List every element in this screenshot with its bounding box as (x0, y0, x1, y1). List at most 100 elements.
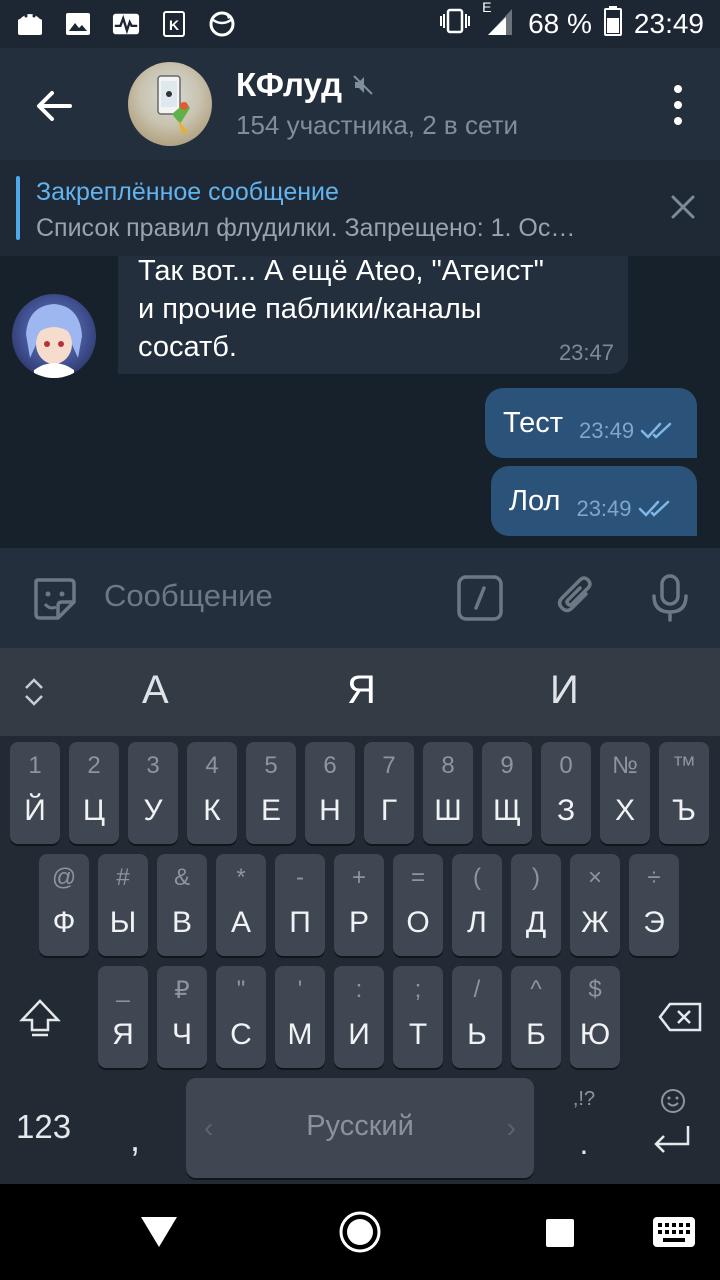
key-label: Б (526, 1018, 546, 1051)
back-nav-icon[interactable] (138, 1214, 180, 1255)
android-icon (16, 10, 44, 38)
key-Ю[interactable]: $ Ю (570, 966, 620, 1068)
key-И[interactable]: :И (334, 966, 384, 1068)
key-secondary-label: $ (588, 976, 602, 1003)
attach-icon[interactable] (552, 574, 600, 622)
punctuation-label: ,!? (572, 1088, 596, 1110)
smiley-icon[interactable] (660, 1088, 686, 1114)
key-Ш[interactable]: 8Ш (423, 742, 473, 844)
key-Г[interactable]: 7Г (364, 742, 414, 844)
key-Б[interactable]: ^ Б (511, 966, 561, 1068)
key-secondary-label: # (116, 864, 130, 891)
key-secondary-label: _ (116, 976, 130, 1003)
key-secondary-label: 1 (28, 752, 42, 779)
key-secondary-label: 0 (559, 752, 573, 779)
key-label: Ш (434, 794, 462, 827)
key-secondary-label: - (296, 864, 304, 891)
key-К[interactable]: 4К (187, 742, 237, 844)
key-label: Т (408, 1018, 428, 1051)
key-Х[interactable]: № Х (600, 742, 650, 844)
avatar[interactable] (12, 294, 96, 378)
key-label: Д (525, 906, 547, 939)
suggestion[interactable]: А (142, 668, 169, 713)
key-Р[interactable]: + Р (334, 854, 384, 956)
key-label: О (406, 906, 430, 939)
key-З[interactable]: 0З (541, 742, 591, 844)
key-secondary-label: ^ (530, 976, 542, 1003)
key-secondary-label: 5 (264, 752, 278, 779)
key-secondary-label: & (173, 864, 190, 891)
message-text: Тест (503, 406, 563, 439)
key-label: П (289, 906, 311, 939)
key-Ы[interactable]: # Ы (98, 854, 148, 956)
more-menu-icon[interactable] (666, 84, 690, 126)
key-label: Ж (581, 906, 609, 939)
key-М[interactable]: ' М (275, 966, 325, 1068)
key-Ъ[interactable]: ™ Ъ (659, 742, 709, 844)
key-Д[interactable]: ) Д (511, 854, 561, 956)
suggestion[interactable]: Я (347, 668, 376, 713)
key-Ц[interactable]: 2Ц (69, 742, 119, 844)
shift-key[interactable] (18, 998, 62, 1038)
chat-header: КФлуд 154 участника, 2 в сети (0, 48, 720, 160)
key-label: Ф (52, 906, 76, 939)
key-label: И (348, 1018, 370, 1051)
key-Ф[interactable]: @ Ф (39, 854, 89, 956)
svg-text:K: K (169, 17, 179, 33)
recents-nav-icon[interactable] (545, 1218, 575, 1253)
backspace-key[interactable] (658, 1002, 702, 1032)
key-label: В (171, 906, 192, 939)
key-Е[interactable]: 5Е (246, 742, 296, 844)
back-arrow-icon[interactable] (30, 82, 78, 130)
key-Ж[interactable]: × Ж (570, 854, 620, 956)
pulse-icon (112, 10, 140, 38)
key-Щ[interactable]: 9Щ (482, 742, 532, 844)
key-О[interactable]: = О (393, 854, 443, 956)
network-type: E (482, 0, 492, 15)
key-label: Ю (579, 1018, 611, 1051)
message-list[interactable]: Так вот... А ещё Ateo, "Атеист" и прочие… (0, 256, 720, 548)
outgoing-message[interactable]: Лол 23:49 (491, 466, 697, 536)
pinned-message[interactable]: Закреплённое сообщение Список правил флу… (0, 160, 720, 257)
key-А[interactable]: * А (216, 854, 266, 956)
key-У[interactable]: 3У (128, 742, 178, 844)
expand-arrows-icon[interactable] (20, 676, 48, 708)
sticker-icon[interactable] (30, 574, 78, 622)
chat-title-row[interactable]: КФлуд (236, 66, 374, 104)
key-Л[interactable]: (Л (452, 854, 502, 956)
key-Я[interactable]: _ Я (98, 966, 148, 1068)
period-label: . (579, 1125, 589, 1161)
key-Н[interactable]: 6Н (305, 742, 355, 844)
space-key[interactable]: ‹ Русский › (186, 1078, 534, 1178)
key-secondary-label: ™ (672, 752, 696, 779)
suggestion[interactable]: И (550, 668, 579, 713)
close-icon[interactable] (670, 194, 696, 220)
punctuation-key[interactable]: ,!? . (556, 1088, 612, 1168)
k-icon: K (160, 10, 188, 38)
comma-key[interactable]: , (130, 1118, 140, 1160)
numbers-key[interactable]: 123 (16, 1108, 71, 1146)
microphone-icon[interactable] (646, 574, 694, 622)
outgoing-message[interactable]: Тест 23:49 (485, 388, 697, 458)
incoming-message[interactable]: Так вот... А ещё Ateo, "Атеист" и прочие… (118, 256, 628, 374)
key-label: Г (380, 794, 398, 827)
message-composer: Сообщение (0, 548, 720, 648)
key-Ч[interactable]: ₽ Ч (157, 966, 207, 1068)
chat-avatar[interactable] (128, 62, 212, 146)
key-Ь[interactable]: / Ь (452, 966, 502, 1068)
keyboard-switch-icon[interactable] (652, 1216, 696, 1253)
key-С[interactable]: " С (216, 966, 266, 1068)
key-Й[interactable]: 1Й (10, 742, 60, 844)
key-secondary-label: № (612, 752, 638, 779)
enter-key[interactable] (652, 1124, 692, 1154)
message-input[interactable]: Сообщение (104, 578, 273, 614)
key-secondary-label: + (351, 864, 366, 891)
key-label: Ц (82, 794, 106, 827)
bot-command-icon[interactable] (456, 574, 504, 622)
home-nav-icon[interactable] (338, 1210, 382, 1259)
key-Т[interactable]: ; Т (393, 966, 443, 1068)
key-Э[interactable]: ÷ Э (629, 854, 679, 956)
key-В[interactable]: & В (157, 854, 207, 956)
pinned-title: Закреплённое сообщение (36, 178, 339, 206)
key-П[interactable]: -П (275, 854, 325, 956)
